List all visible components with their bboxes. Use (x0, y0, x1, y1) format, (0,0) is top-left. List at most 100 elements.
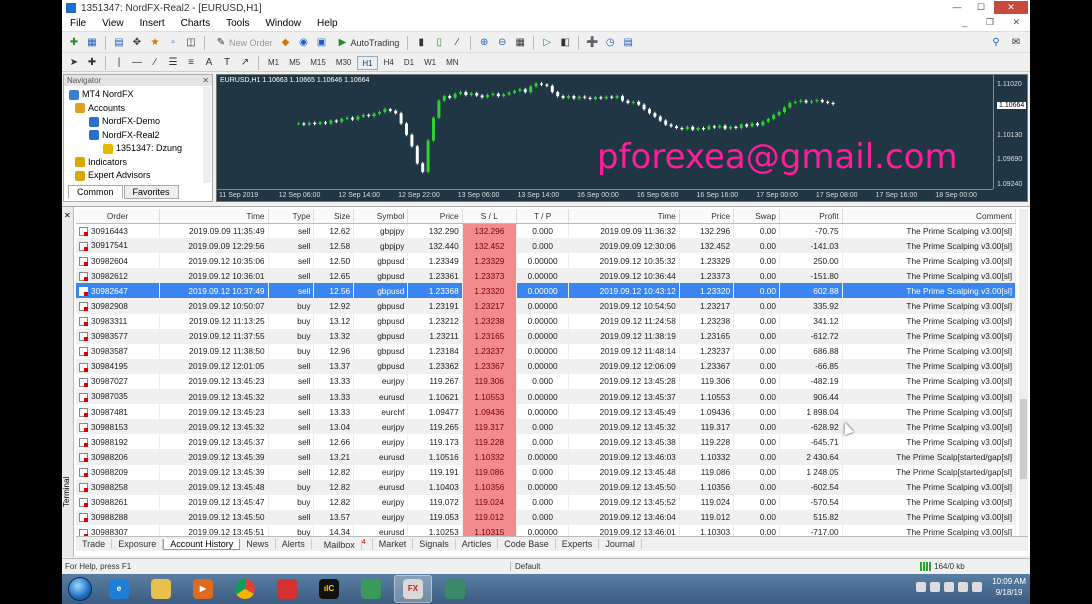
table-row[interactable]: 30988209 2019.09.12 13:45:39 sell 12.82 eurj… (76, 464, 1017, 480)
tab-news[interactable]: News (240, 539, 276, 549)
market-icon[interactable]: ▣ (314, 35, 330, 51)
menu-charts[interactable]: Charts (173, 18, 218, 29)
col-close-price[interactable]: Price (679, 209, 735, 224)
timeframe-d1[interactable]: D1 (400, 56, 418, 70)
timeframe-h4[interactable]: H4 (380, 56, 398, 70)
auto-scroll-icon[interactable]: ▷ (539, 35, 555, 51)
tab-signals[interactable]: Signals (413, 539, 456, 549)
text-icon[interactable]: A (201, 55, 217, 71)
tree-item-accounts[interactable]: Accounts (67, 102, 209, 116)
tray-network-icon[interactable] (958, 582, 969, 592)
table-row[interactable]: 30987027 2019.09.12 13:45:23 sell 13.33 eurj… (76, 373, 1017, 390)
tab-trade[interactable]: Trade (76, 539, 113, 549)
trendline-icon[interactable]: ∕ (147, 55, 163, 71)
signals-icon[interactable]: ◉ (296, 35, 312, 51)
channel-icon[interactable]: ☰ (165, 55, 181, 71)
table-row[interactable]: 30916443 2019.09.09 11:35:49 sell 12.62 gbpj… (76, 223, 1017, 239)
menu-help[interactable]: Help (309, 18, 346, 29)
taskbar-app-red[interactable] (268, 575, 306, 603)
navigator-scrollbar[interactable] (203, 87, 211, 183)
new-order-button[interactable]: ✎ New Order (210, 35, 276, 51)
tree-item-mt4[interactable]: MT4 NordFX (67, 88, 209, 102)
table-row[interactable]: 30988153 2019.09.12 13:45:32 sell 13.04 eurj… (76, 419, 1017, 435)
periods-icon[interactable]: ◷ (602, 35, 618, 51)
table-row[interactable]: 30983587 2019.09.12 11:38:50 buy 12.96 gbpus… (76, 343, 1017, 359)
timeframe-mn[interactable]: MN (442, 56, 462, 70)
col-open-price[interactable]: Price (407, 209, 463, 224)
tray-flag-icon[interactable] (916, 582, 927, 592)
vertical-line-icon[interactable]: | (111, 55, 127, 71)
table-row[interactable]: 30988206 2019.09.12 13:45:39 sell 13.21 euru… (76, 449, 1017, 465)
data-window-icon[interactable]: ✥ (129, 35, 145, 51)
search-icon[interactable]: ⚲ (988, 35, 1004, 51)
tab-account-history[interactable]: Account History (163, 538, 241, 550)
taskbar-chrome[interactable] (226, 575, 264, 603)
horizontal-line-icon[interactable]: — (129, 55, 145, 71)
tray-volume-icon[interactable] (972, 582, 983, 592)
candlestick-chart-icon[interactable]: ▯ (431, 35, 447, 51)
tab-common[interactable]: Common (68, 185, 123, 199)
table-row[interactable]: 30983311 2019.09.12 11:13:25 buy 13.12 gbpus… (76, 313, 1017, 329)
chart-shift-icon[interactable]: ◧ (557, 35, 573, 51)
metaeditor-icon[interactable]: ◆ (278, 35, 294, 51)
table-row-selected[interactable]: 30982647 2019.09.12 10:37:49 sell 12.56 gbpu… (76, 283, 1017, 299)
taskbar-ie[interactable]: e (100, 575, 138, 603)
mdi-close-icon[interactable]: ✕ (1004, 17, 1028, 27)
tray-app-icon[interactable] (930, 582, 941, 592)
tab-favorites[interactable]: Favorites (123, 185, 179, 199)
tab-articles[interactable]: Articles (456, 539, 499, 549)
terminal-icon[interactable]: ▫ (165, 35, 181, 51)
crosshair-icon[interactable]: ✚ (84, 55, 100, 71)
taskbar-explorer[interactable] (142, 575, 180, 603)
table-row[interactable]: 30988258 2019.09.12 13:45:48 buy 12.82 eurus… (76, 479, 1017, 495)
table-row[interactable]: 30988288 2019.09.12 13:45:50 sell 13.57 eurj… (76, 509, 1017, 525)
auto-trading-button[interactable]: ▶ AutoTrading (332, 35, 403, 51)
timeframe-h1[interactable]: H1 (357, 55, 378, 70)
label-icon[interactable]: T (219, 55, 235, 71)
col-tp[interactable]: T / P (516, 209, 570, 224)
timeframe-w1[interactable]: W1 (420, 56, 440, 70)
table-row[interactable]: 30987481 2019.09.12 13:45:23 sell 13.33 eurc… (76, 404, 1017, 420)
arrows-icon[interactable]: ↗ (237, 55, 253, 71)
minimize-icon[interactable]: — (946, 1, 968, 14)
taskbar-app-chart[interactable]: ılC (310, 575, 348, 603)
taskbar-app-globe2[interactable] (436, 575, 474, 603)
table-row[interactable]: 30982612 2019.09.12 10:36:01 sell 12.65 gbpu… (76, 268, 1017, 284)
timeframe-m5[interactable]: M5 (285, 56, 304, 70)
navigator-icon[interactable]: ★ (147, 35, 163, 51)
mdi-restore-icon[interactable]: ❐ (978, 17, 1002, 27)
menu-window[interactable]: Window (257, 18, 309, 29)
taskbar-media-player[interactable]: ▶ (184, 575, 222, 603)
indicators-list-icon[interactable]: ➕ (584, 35, 600, 51)
table-row[interactable]: 30982908 2019.09.12 10:50:07 buy 12.92 gbpus… (76, 298, 1017, 314)
mdi-minimize-icon[interactable]: _ (954, 17, 975, 27)
new-chart-icon[interactable]: ✚ (66, 35, 82, 51)
close-icon[interactable]: ✕ (994, 1, 1028, 14)
tree-item-indicators[interactable]: Indicators (67, 156, 209, 170)
templates-icon[interactable]: ▤ (620, 35, 636, 51)
tab-alerts[interactable]: Alerts (276, 539, 312, 549)
taskbar-metatrader[interactable]: FX (394, 575, 432, 603)
col-open-time[interactable]: Time (159, 209, 269, 224)
col-comment[interactable]: Comment (842, 209, 1017, 224)
col-order[interactable]: Order (76, 209, 160, 224)
tree-item-expert-advisors[interactable]: Expert Advisors (67, 169, 209, 183)
timeframe-m1[interactable]: M1 (264, 56, 283, 70)
clock[interactable]: 10:09 AM 9/18/19 (992, 576, 1026, 598)
col-profit[interactable]: Profit (779, 209, 843, 224)
table-row[interactable]: 30982604 2019.09.12 10:35:06 sell 12.50 gbpu… (76, 253, 1017, 269)
col-sl[interactable]: S / L (462, 209, 517, 224)
col-close-time[interactable]: Time (568, 209, 680, 224)
table-row[interactable]: 30987035 2019.09.12 13:45:32 sell 13.33 euru… (76, 389, 1017, 405)
profiles-icon[interactable]: ▦ (84, 35, 100, 51)
tab-journal[interactable]: Journal (599, 539, 642, 549)
taskbar-app-globe[interactable] (352, 575, 390, 603)
timeframe-m15[interactable]: M15 (306, 56, 330, 70)
terminal-close-icon[interactable]: ✕ (64, 211, 71, 220)
tab-code-base[interactable]: Code Base (498, 539, 556, 549)
tree-item-nordfx-demo[interactable]: NordFX-Demo (67, 115, 209, 129)
tile-windows-icon[interactable]: ▦ (512, 35, 528, 51)
maximize-icon[interactable]: ☐ (970, 1, 992, 14)
table-row[interactable]: 30984195 2019.09.12 12:01:05 sell 13.37 gbpu… (76, 358, 1017, 374)
zoom-out-icon[interactable]: ⊖ (494, 35, 510, 51)
